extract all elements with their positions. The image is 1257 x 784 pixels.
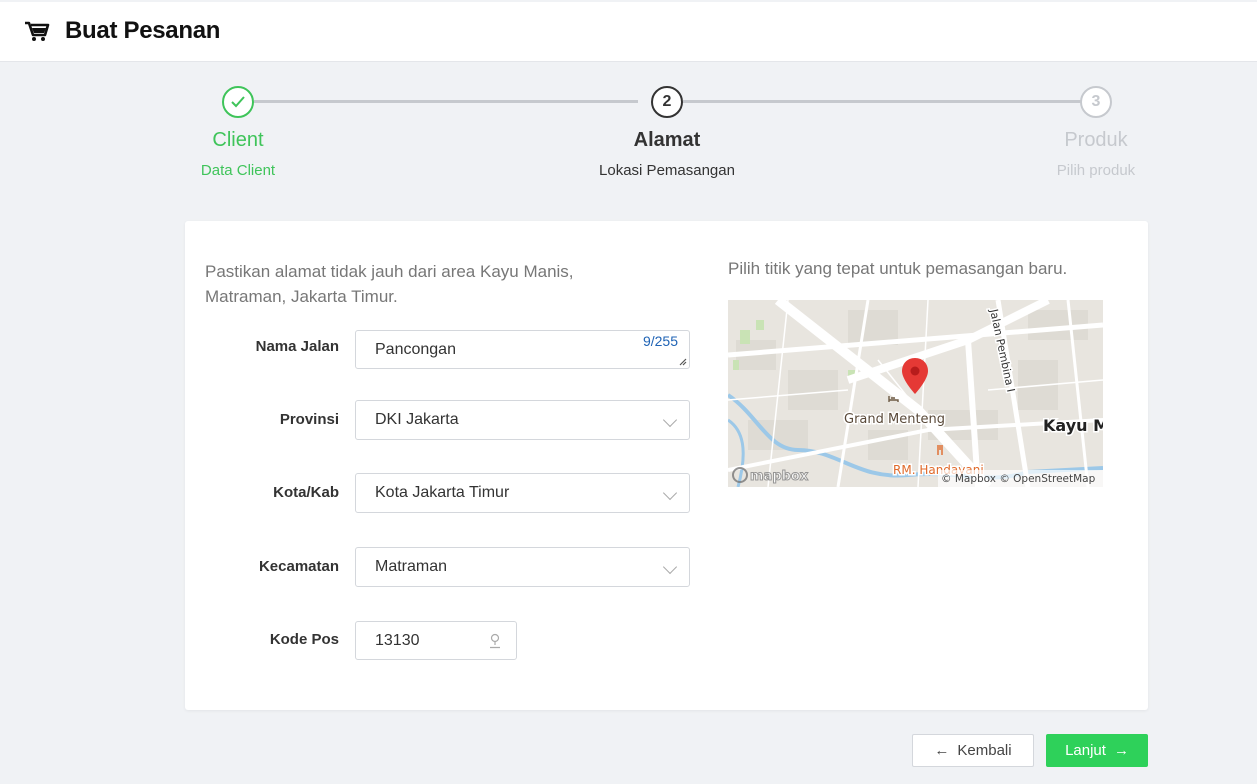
district-select[interactable]: Matraman [355,547,690,587]
page-title: Buat Pesanan [65,17,221,44]
street-value: Pancongan [375,340,456,358]
province-label: Provinsi [279,411,339,428]
map-hint: Pilih titik yang tepat untuk pemasangan … [728,259,1068,278]
district-label: Kecamatan [258,558,339,575]
arrow-left-icon: ← [934,742,950,759]
top-bar: Buat Pesanan [0,2,1257,62]
step-connector-1 [254,100,638,103]
postal-label: Kode Pos [269,631,339,648]
map-label-area: Kayu M [1043,416,1103,435]
map-attribution[interactable]: © Mapbox © OpenStreetMap [941,473,1096,485]
step-3-title: Produk [1064,129,1128,151]
arrow-right-icon: → [1113,742,1129,759]
step-2-number: 2 [651,86,683,118]
map-canvas[interactable]: Grand Menteng Kayu M RM. Handayani Jalan… [728,300,1103,487]
step-3-subtitle: Pilih produk [1056,162,1136,179]
step-1-title: Client [212,129,264,151]
step-1-subtitle: Data Client [200,162,276,179]
next-button[interactable]: Lanjut → [1046,734,1148,767]
step-connector-2 [683,100,1081,103]
street-char-counter: 9/255 [642,333,678,349]
city-label: Kota/Kab [273,484,339,501]
mapbox-logo[interactable]: mapbox [750,469,810,485]
back-button[interactable]: ← Kembali [912,734,1034,767]
next-button-label: Lanjut [1065,742,1106,759]
resize-handle-icon[interactable] [677,356,687,366]
map-label-place: Grand Menteng [844,412,945,427]
province-value: DKI Jakarta [375,411,459,428]
district-value: Matraman [375,558,448,575]
back-button-label: Kembali [957,742,1012,759]
street-textarea[interactable]: Pancongan 9/255 [355,330,690,369]
city-value: Kota Jakarta Timur [375,484,510,501]
province-select[interactable]: DKI Jakarta [355,400,690,440]
step-2-subtitle: Lokasi Pemasangan [599,162,735,179]
step-2-title: Alamat [633,129,701,151]
postal-input[interactable]: 13130 [355,621,517,660]
location-map[interactable]: Grand Menteng Kayu M RM. Handayani Jalan… [728,300,1103,487]
shopping-cart-icon [25,21,50,41]
street-label: Nama Jalan [255,338,339,355]
step-3-number: 3 [1080,86,1112,118]
city-select[interactable]: Kota Jakarta Timur [355,473,690,513]
address-form-card: Pastikan alamat tidak jauh dari area Kay… [185,221,1148,710]
location-pin-icon [490,633,500,649]
step-1-done-icon[interactable] [222,86,254,118]
address-notice: Pastikan alamat tidak jauh dari area Kay… [205,262,574,306]
